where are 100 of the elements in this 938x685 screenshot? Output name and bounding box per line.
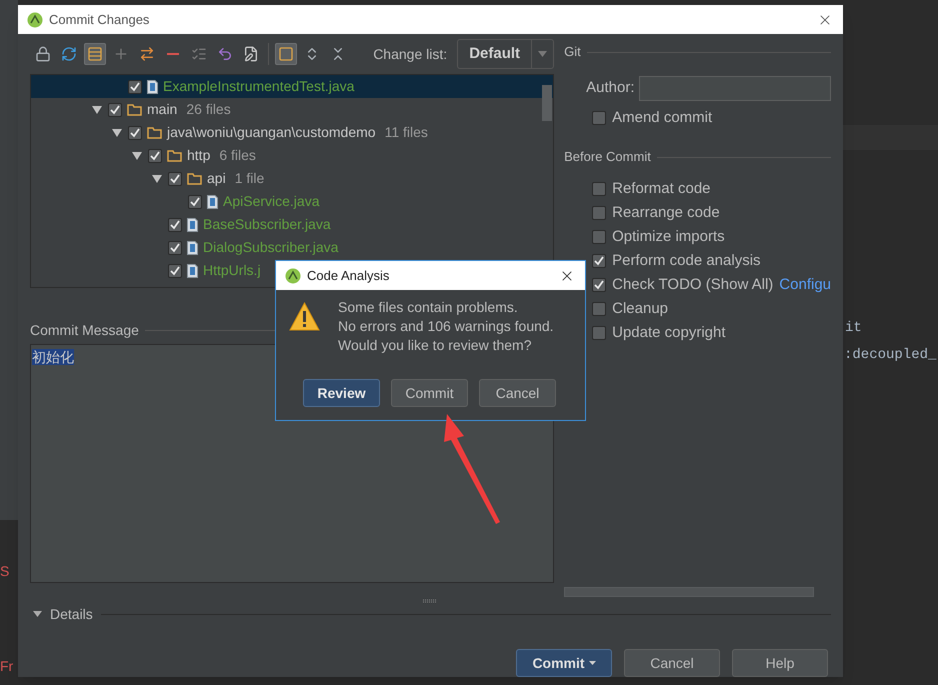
tree-row[interactable]: java\woniu\guangan\customdemo 11 files bbox=[31, 121, 554, 144]
dialog-button[interactable]: Commit bbox=[391, 379, 468, 407]
edit-icon bbox=[243, 46, 259, 62]
folder-name: java\woniu\guangan\customdemo bbox=[167, 123, 376, 142]
tree-row[interactable]: DialogSubscriber.java bbox=[31, 236, 554, 259]
checkbox-label: Update copyright bbox=[612, 322, 726, 343]
checkbox[interactable] bbox=[188, 194, 202, 208]
android-logo-icon bbox=[27, 12, 43, 28]
java-file-icon bbox=[147, 80, 158, 94]
file-name: ExampleInstrumentedTest.java bbox=[163, 77, 354, 96]
checkbox[interactable] bbox=[168, 172, 182, 186]
checkbox[interactable] bbox=[592, 302, 606, 316]
undo-icon bbox=[217, 46, 233, 62]
file-name: BaseSubscriber.java bbox=[203, 215, 331, 234]
dialog-button[interactable]: Cancel bbox=[479, 379, 556, 407]
checkbox-label: Check TODO (Show All) bbox=[612, 274, 774, 295]
checkbox[interactable] bbox=[592, 326, 606, 340]
author-field[interactable] bbox=[638, 76, 831, 101]
folder-icon bbox=[147, 126, 162, 138]
tree-row[interactable]: BaseSubscriber.java bbox=[31, 213, 554, 236]
tree-row[interactable]: ExampleInstrumentedTest.java bbox=[31, 75, 554, 98]
scrollbar-thumb[interactable] bbox=[542, 85, 552, 121]
dialog-button[interactable]: Help bbox=[732, 649, 828, 677]
checkbox[interactable] bbox=[128, 80, 142, 94]
tree-row[interactable]: ApiService.java bbox=[31, 190, 554, 213]
change-list-dropdown[interactable]: Default bbox=[457, 39, 554, 69]
plus-icon bbox=[113, 46, 129, 62]
folder-icon bbox=[127, 104, 142, 116]
checkbox[interactable] bbox=[592, 254, 606, 268]
section-header: Git bbox=[564, 43, 581, 62]
checkbox[interactable] bbox=[592, 182, 606, 196]
commit-button[interactable]: Commit bbox=[516, 649, 612, 677]
checkbox-label: Optimize imports bbox=[612, 226, 725, 247]
module-button[interactable] bbox=[275, 43, 297, 65]
window-title: Commit Changes bbox=[49, 10, 150, 29]
horizontal-scrollbar[interactable] bbox=[564, 587, 814, 597]
warning-icon bbox=[289, 302, 320, 331]
checkbox[interactable] bbox=[128, 126, 142, 140]
file-name: HttpUrls.j bbox=[203, 261, 261, 280]
expand-triangle-icon[interactable] bbox=[92, 106, 102, 114]
file-name: ApiService.java bbox=[223, 192, 320, 211]
folder-name: api bbox=[207, 169, 226, 188]
java-file-icon bbox=[187, 264, 198, 278]
file-count: 11 files bbox=[384, 123, 428, 142]
folder-icon bbox=[167, 150, 182, 162]
dialog-title: Code Analysis bbox=[307, 266, 390, 285]
tree-row[interactable]: http 6 files bbox=[31, 144, 554, 167]
minus-icon bbox=[167, 53, 179, 55]
file-count: 26 files bbox=[186, 100, 231, 119]
tree-row[interactable]: api 1 file bbox=[31, 167, 554, 190]
commit-message-label: Commit Message bbox=[30, 320, 139, 340]
checkbox-label: Perform code analysis bbox=[612, 250, 761, 271]
checkbox[interactable] bbox=[168, 240, 182, 254]
author-label: Author: bbox=[586, 78, 634, 98]
module-icon bbox=[278, 46, 294, 62]
checkbox[interactable] bbox=[592, 206, 606, 220]
android-logo-icon bbox=[285, 268, 301, 284]
caret-icon bbox=[588, 661, 596, 665]
expand-triangle-icon[interactable] bbox=[33, 611, 42, 617]
folder-name: http bbox=[187, 146, 210, 165]
checkbox-label: Amend commit bbox=[612, 108, 712, 128]
code-line: :decoupled_ bbox=[844, 346, 936, 365]
caret-icon bbox=[538, 51, 548, 57]
dialog-button[interactable]: Cancel bbox=[624, 649, 720, 677]
checkbox-label: Cleanup bbox=[612, 298, 668, 319]
folder-icon bbox=[187, 172, 202, 184]
message-line: Some files contain problems. bbox=[338, 298, 519, 317]
folder-name: main bbox=[147, 100, 178, 119]
checkbox[interactable] bbox=[168, 218, 182, 232]
expand-triangle-icon[interactable] bbox=[112, 128, 122, 136]
checkbox[interactable] bbox=[592, 111, 606, 125]
change-list-label: Change list: bbox=[373, 44, 448, 64]
file-name: DialogSubscriber.java bbox=[203, 238, 338, 257]
move-icon bbox=[139, 46, 155, 62]
console-line: S bbox=[0, 562, 10, 581]
checklist-icon bbox=[191, 46, 207, 62]
checkbox[interactable] bbox=[148, 148, 162, 162]
code-line: it bbox=[845, 319, 862, 338]
list-icon bbox=[87, 46, 103, 62]
details-label: Details bbox=[50, 604, 93, 624]
configure-link[interactable]: Configu bbox=[779, 274, 831, 296]
java-file-icon bbox=[207, 194, 218, 208]
tree-row[interactable]: main 26 files bbox=[31, 98, 554, 121]
java-file-icon bbox=[187, 240, 198, 254]
list-button[interactable] bbox=[84, 43, 106, 65]
default-button[interactable]: Review bbox=[303, 379, 380, 407]
checkbox[interactable] bbox=[168, 264, 182, 278]
splitter-grip-icon[interactable] bbox=[423, 599, 437, 603]
file-count: 6 files bbox=[219, 146, 256, 165]
checkbox[interactable] bbox=[592, 230, 606, 244]
checkbox-label: Rearrange code bbox=[612, 202, 720, 223]
checkbox[interactable] bbox=[108, 102, 122, 116]
expand-triangle-icon[interactable] bbox=[152, 174, 162, 182]
expand-triangle-icon[interactable] bbox=[132, 152, 142, 160]
console-line: Fr bbox=[0, 657, 14, 676]
message-line: No errors and 106 warnings found. bbox=[338, 317, 554, 336]
checkbox[interactable] bbox=[592, 278, 606, 292]
section-header: Before Commit bbox=[564, 148, 651, 166]
shelve-icon bbox=[35, 46, 51, 62]
refresh-icon bbox=[61, 46, 77, 62]
